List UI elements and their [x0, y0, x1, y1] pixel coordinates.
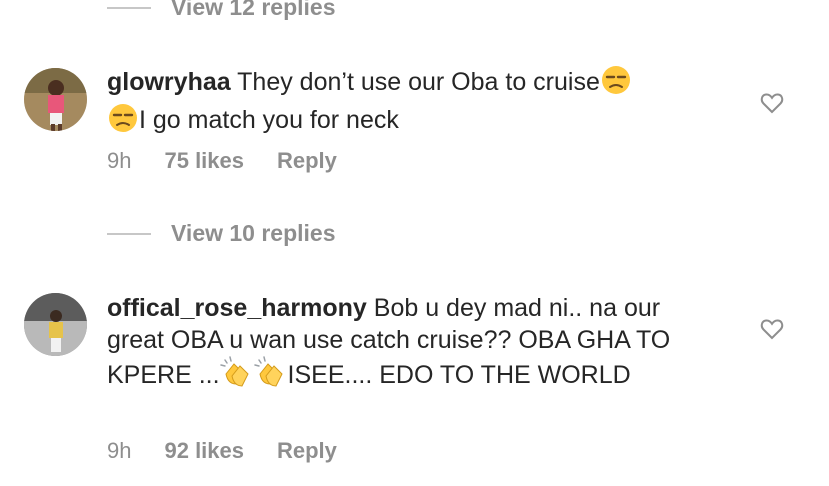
unamused-face-emoji — [600, 65, 632, 103]
avatar[interactable] — [24, 293, 87, 356]
comment-text: offical_rose_harmony Bob u dey mad ni.. … — [107, 292, 717, 396]
comment-body-continued: I go match you for neck — [139, 106, 399, 134]
comment-body-continued: ISEE.... EDO TO THE WORLD — [287, 361, 631, 389]
comment-time: 9h — [107, 438, 132, 463]
reply-button[interactable]: Reply — [277, 438, 337, 464]
comment-text: glowryhaa They don’t use our Oba to crui… — [107, 65, 717, 141]
comment-username[interactable]: offical_rose_harmony — [107, 294, 367, 322]
reply-button[interactable]: Reply — [277, 148, 337, 174]
comment-meta: 9h 75 likes Reply — [107, 148, 370, 174]
comment-body: They don’t use our Oba to cruise — [237, 68, 600, 96]
view-replies-link[interactable]: View 12 replies — [107, 0, 336, 21]
heart-outline-icon[interactable] — [760, 318, 784, 340]
view-replies-label: View 12 replies — [171, 0, 336, 20]
view-replies-link[interactable]: View 10 replies — [107, 220, 336, 247]
view-replies-label: View 10 replies — [171, 220, 336, 246]
comment-time: 9h — [107, 148, 132, 173]
clapping-hands-emoji — [253, 356, 288, 396]
heart-outline-icon[interactable] — [760, 92, 784, 114]
comment-likes[interactable]: 75 likes — [164, 148, 244, 174]
replies-divider — [107, 6, 151, 9]
comment-meta: 9h 92 likes Reply — [107, 438, 370, 464]
comment-username[interactable]: glowryhaa — [107, 68, 231, 96]
clapping-hands-emoji — [219, 356, 254, 396]
comment-likes[interactable]: 92 likes — [164, 438, 244, 464]
replies-divider — [107, 232, 151, 235]
unamused-face-emoji — [107, 103, 139, 141]
avatar[interactable] — [24, 68, 87, 131]
